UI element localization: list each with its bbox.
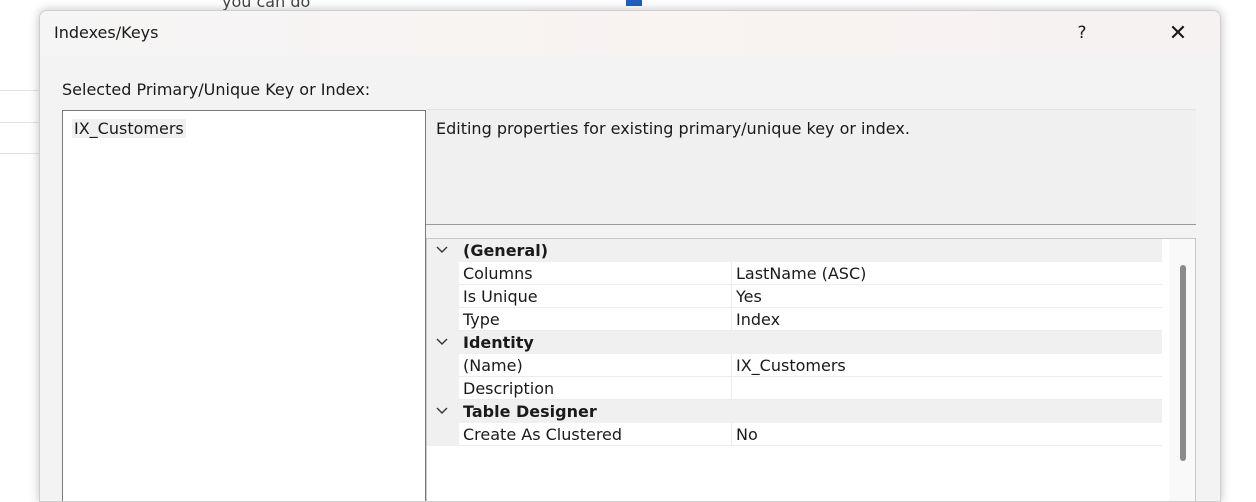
property-row-type[interactable]: Type Index	[427, 308, 1162, 331]
background-divider	[0, 90, 40, 91]
category-general[interactable]: (General)	[427, 239, 1162, 262]
help-button[interactable]: ?	[1060, 17, 1104, 49]
property-row-columns[interactable]: Columns LastName (ASC)	[427, 262, 1162, 285]
row-margin	[427, 423, 459, 446]
property-value-cell	[732, 285, 1162, 308]
property-value[interactable]: IX_Customers	[736, 356, 846, 375]
help-icon: ?	[1077, 23, 1087, 43]
row-margin	[427, 262, 459, 285]
category-label: Identity	[463, 333, 534, 352]
description-box: Editing properties for existing primary/…	[426, 109, 1196, 225]
close-icon: ✕	[1168, 20, 1188, 46]
close-button[interactable]: ✕	[1156, 17, 1200, 49]
row-margin	[427, 285, 459, 308]
property-value[interactable]: Yes	[736, 287, 762, 306]
property-name: Create As Clustered	[463, 425, 623, 444]
property-name: (Name)	[463, 356, 523, 375]
background-divider	[0, 122, 40, 123]
dialog-titlebar[interactable]: Indexes/Keys ? ✕	[40, 11, 1220, 56]
property-row-name[interactable]: (Name) IX_Customers	[427, 354, 1162, 377]
category-identity[interactable]: Identity	[427, 331, 1162, 354]
property-value-cell	[732, 308, 1162, 331]
category-table-designer[interactable]: Table Designer	[427, 400, 1162, 423]
property-name: Description	[463, 379, 555, 398]
chevron-down-icon[interactable]	[432, 403, 452, 419]
scrollbar-thumb[interactable]	[1180, 265, 1186, 461]
property-row-is-unique[interactable]: Is Unique Yes	[427, 285, 1162, 308]
property-value[interactable]: LastName (ASC)	[736, 264, 866, 283]
property-value-cell	[732, 377, 1162, 400]
dialog-title: Indexes/Keys	[54, 23, 159, 42]
property-row-create-as-clustered[interactable]: Create As Clustered No	[427, 423, 1162, 446]
property-row-description[interactable]: Description	[427, 377, 1162, 400]
category-label: (General)	[463, 241, 549, 260]
description-text: Editing properties for existing primary/…	[436, 119, 910, 138]
property-name: Is Unique	[463, 287, 538, 306]
category-label: Table Designer	[463, 402, 597, 421]
background-divider	[0, 153, 40, 154]
property-value[interactable]: Index	[736, 310, 780, 329]
property-value-cell	[732, 423, 1162, 446]
property-value[interactable]: No	[736, 425, 758, 444]
index-list-caption: Selected Primary/Unique Key or Index:	[62, 80, 371, 99]
property-name: Type	[463, 310, 500, 329]
property-grid-scrollbar[interactable]	[1169, 239, 1195, 501]
index-list-item[interactable]: IX_Customers	[72, 119, 186, 138]
property-name: Columns	[463, 264, 533, 283]
row-margin	[427, 354, 459, 377]
property-grid[interactable]: (General) Columns LastName (ASC) Is Uniq…	[426, 238, 1196, 501]
chevron-down-icon[interactable]	[432, 242, 452, 258]
background-icon	[626, 0, 642, 6]
index-list[interactable]: IX_Customers	[62, 110, 426, 501]
row-margin	[427, 377, 459, 400]
indexes-keys-dialog: Indexes/Keys ? ✕ Selected Primary/Unique…	[39, 10, 1221, 502]
chevron-down-icon[interactable]	[432, 334, 452, 350]
row-margin	[427, 308, 459, 331]
